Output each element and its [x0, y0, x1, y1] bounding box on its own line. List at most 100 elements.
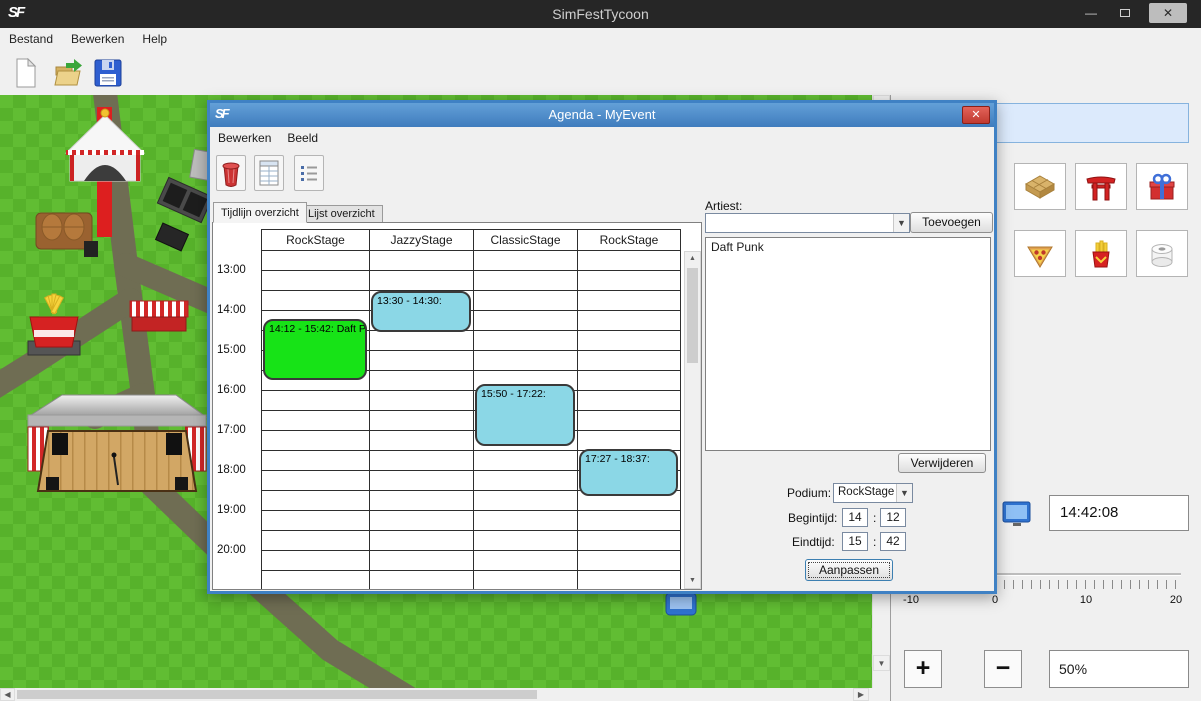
- open-file-button[interactable]: [52, 55, 84, 91]
- screen-icon[interactable]: [1001, 497, 1033, 529]
- schedule-scroll-thumb[interactable]: [687, 268, 698, 363]
- tab-lijst-overzicht[interactable]: Lijst overzicht: [300, 205, 383, 223]
- dialog-menu-beeld[interactable]: Beeld: [279, 127, 326, 145]
- scroll-right-icon[interactable]: ▶: [853, 688, 869, 701]
- event-daft-punk[interactable]: 14:12 - 15:42: Daft Punk: [263, 319, 367, 380]
- shop-item-pallet[interactable]: [1014, 163, 1066, 210]
- menu-help[interactable]: Help: [133, 28, 176, 46]
- dialog-toolbar: [210, 149, 994, 199]
- main-menubar: BestandBewerkenHelp: [0, 28, 1201, 50]
- dialog-titlebar: SF Agenda - MyEvent: [210, 103, 994, 127]
- agenda-dialog: SF Agenda - MyEvent ✕ BewerkenBeeld: [207, 100, 997, 594]
- chevron-down-icon[interactable]: ▼: [893, 214, 909, 232]
- slider-label-10: 10: [1071, 594, 1101, 606]
- add-artist-button[interactable]: Toevoegen: [910, 212, 993, 233]
- shop-item-torii-gate[interactable]: [1075, 163, 1127, 210]
- chevron-down-icon[interactable]: ▼: [896, 484, 912, 502]
- column-header-rockstage-2: RockStage: [577, 229, 681, 251]
- clock-display: 14:42:08: [1049, 495, 1189, 531]
- column-header-jazzystage: JazzyStage: [369, 229, 474, 251]
- dialog-title: Agenda - MyEvent: [210, 107, 994, 122]
- artist-label: Artiest:: [705, 199, 742, 213]
- end-time-label: Eindtijd:: [792, 535, 835, 549]
- zoom-in-button[interactable]: +: [904, 650, 942, 688]
- podium-label: Podium:: [787, 486, 831, 500]
- list-view-icon: [299, 163, 319, 183]
- time-label: 16:00: [217, 384, 259, 396]
- shop-item-gift[interactable]: [1136, 163, 1188, 210]
- timeline-panel: RockStage JazzyStage ClassicStage RockSt…: [212, 222, 702, 590]
- podium-dropdown[interactable]: RockStage ▼: [833, 483, 913, 503]
- dialog-menubar: BewerkenBeeld: [210, 127, 994, 149]
- schedule-scrollbar[interactable]: ▲ ▼: [684, 251, 701, 589]
- window-title: SimFestTycoon: [0, 6, 1201, 22]
- begin-colon: :: [873, 511, 876, 525]
- close-button[interactable]: ✕: [1149, 3, 1187, 23]
- torii-gate-icon: [1084, 172, 1118, 202]
- save-file-icon: [94, 59, 122, 87]
- maximize-icon: [1120, 9, 1130, 17]
- new-file-icon: [14, 58, 38, 88]
- begin-time-label: Begintijd:: [788, 511, 837, 525]
- slider-label-0: 0: [980, 594, 1010, 606]
- dialog-menu-bewerken[interactable]: Bewerken: [210, 127, 279, 145]
- shop-item-fries[interactable]: [1075, 230, 1127, 277]
- end-minute-field[interactable]: 42: [880, 532, 906, 551]
- zoom-out-button[interactable]: −: [984, 650, 1022, 688]
- apply-button[interactable]: Aanpassen: [805, 559, 893, 581]
- table-view-icon: [259, 160, 279, 186]
- dialog-close-button[interactable]: ✕: [962, 106, 990, 124]
- minimize-button[interactable]: —: [1077, 3, 1105, 23]
- time-label: 14:00: [217, 304, 259, 316]
- list-view-button[interactable]: [294, 155, 324, 191]
- hscroll-thumb[interactable]: [17, 690, 537, 699]
- delete-event-button[interactable]: [216, 155, 246, 191]
- main-stage: [28, 395, 206, 491]
- column-header-rockstage: RockStage: [261, 229, 370, 251]
- shop-item-pizza[interactable]: [1014, 230, 1066, 277]
- time-label: 19:00: [217, 504, 259, 516]
- menu-bestand[interactable]: Bestand: [0, 28, 62, 46]
- scroll-up-icon[interactable]: ▲: [685, 252, 700, 266]
- artist-dropdown[interactable]: ▼: [705, 213, 910, 233]
- map-horizontal-scrollbar[interactable]: ◀ ▶: [0, 688, 869, 701]
- remove-artist-button[interactable]: Verwijderen: [898, 453, 986, 473]
- fries-icon: [1084, 239, 1118, 269]
- begin-hour-field[interactable]: 14: [842, 508, 868, 527]
- zoom-level-field[interactable]: 50%: [1049, 650, 1189, 688]
- toilet-roll-icon: [1145, 239, 1179, 269]
- maximize-button[interactable]: [1111, 3, 1139, 23]
- striped-stand: [130, 301, 188, 331]
- time-label: 17:00: [217, 424, 259, 436]
- podium-dropdown-value: RockStage: [838, 486, 894, 498]
- event-jazzystage[interactable]: 13:30 - 14:30:: [371, 291, 471, 332]
- artist-list-item[interactable]: Daft Punk: [706, 238, 990, 256]
- menu-bewerken[interactable]: Bewerken: [62, 28, 133, 46]
- timeline-view-button[interactable]: [254, 155, 284, 191]
- time-label: 13:00: [217, 264, 259, 276]
- open-file-icon: [53, 58, 83, 88]
- slider-label-20: 20: [1161, 594, 1191, 606]
- end-colon: :: [873, 535, 876, 549]
- trash-icon: [220, 160, 242, 187]
- event-classicstage[interactable]: 15:50 - 17:22:: [475, 384, 575, 446]
- begin-minute-field[interactable]: 12: [880, 508, 906, 527]
- new-file-button[interactable]: [10, 55, 42, 91]
- event-rockstage-2[interactable]: 17:27 - 18:37:: [579, 449, 678, 496]
- slider-label-neg10: -10: [896, 594, 926, 606]
- tab-tijdlijn-overzicht[interactable]: Tijdlijn overzicht: [213, 202, 307, 223]
- map-sign: [666, 593, 696, 615]
- column-header-classicstage: ClassicStage: [473, 229, 578, 251]
- pallet-icon: [1022, 172, 1058, 202]
- scroll-down-icon[interactable]: ▼: [873, 655, 890, 671]
- main-toolbar: [0, 50, 1201, 95]
- gift-icon: [1145, 172, 1179, 202]
- titlebar: SF SimFestTycoon — ✕: [0, 0, 1201, 28]
- end-hour-field[interactable]: 15: [842, 532, 868, 551]
- scroll-down-icon[interactable]: ▼: [685, 574, 700, 588]
- artist-list[interactable]: Daft Punk: [705, 237, 991, 451]
- shop-item-toilet-roll[interactable]: [1136, 230, 1188, 277]
- save-file-button[interactable]: [92, 55, 124, 91]
- scroll-left-icon[interactable]: ◀: [0, 688, 15, 701]
- time-label: 20:00: [217, 544, 259, 556]
